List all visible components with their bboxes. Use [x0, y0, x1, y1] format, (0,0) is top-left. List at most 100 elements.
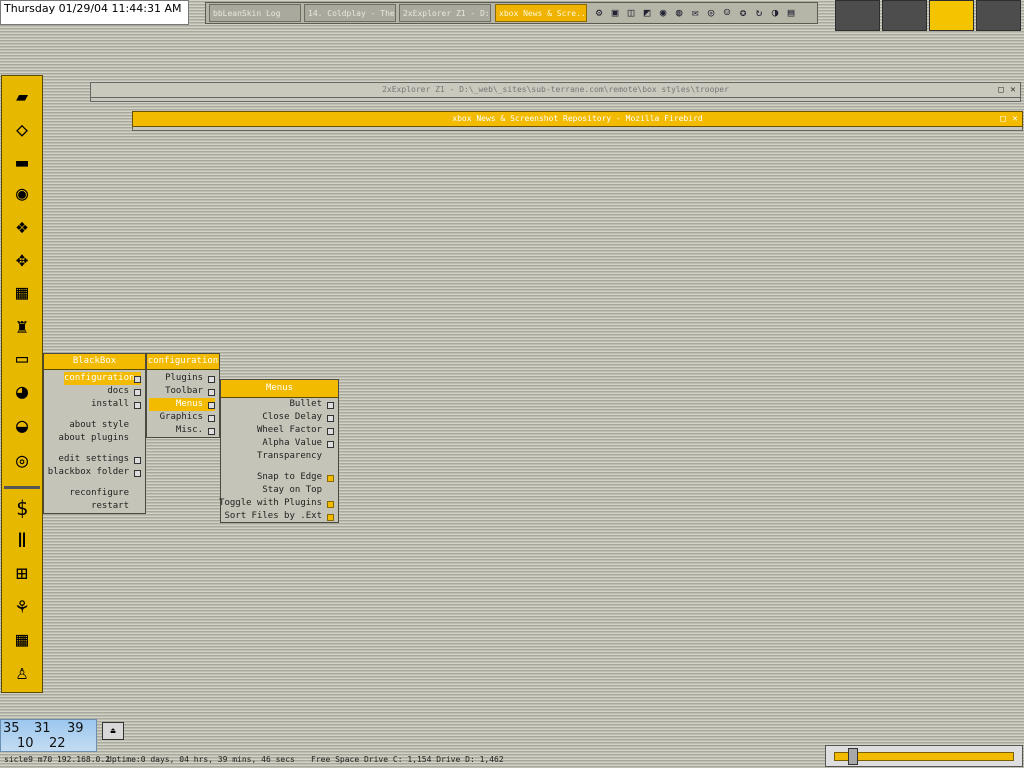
submenu-bullet-icon	[327, 441, 334, 448]
menu-item-restart[interactable]: restart	[91, 500, 141, 513]
close-button[interactable]: ✕	[1010, 113, 1020, 125]
schema-icon[interactable]: ⊞	[8, 559, 36, 587]
menu-item-alpha-value[interactable]: Alpha Value	[262, 437, 334, 450]
eject-icon[interactable]: ⏏	[102, 722, 124, 740]
menu-item-toggle-with-plugins[interactable]: Toggle with Plugins	[219, 497, 334, 510]
menu-item-blackbox-folder[interactable]: blackbox folder	[48, 466, 141, 479]
workspace-pager	[835, 0, 1024, 31]
menu-item-reconfigure[interactable]: reconfigure	[69, 487, 141, 500]
drive-icon[interactable]: ▬	[8, 148, 36, 176]
document-icon[interactable]: ◇	[8, 115, 36, 143]
volume-slider[interactable]	[825, 745, 1023, 767]
submenu-bullet-icon	[134, 376, 141, 383]
browser-icon[interactable]: ◩	[640, 6, 654, 20]
workspace-2[interactable]	[882, 0, 927, 31]
menu-item-label: Graphics	[159, 412, 203, 422]
menu-item-label: Wheel Factor	[256, 425, 322, 435]
submenu-bullet-icon	[208, 415, 215, 422]
menu-item-label: install	[91, 399, 129, 409]
menu-item-misc[interactable]: Misc.	[176, 424, 215, 437]
menu-item-snap-to-edge[interactable]: Snap to Edge	[257, 471, 334, 484]
column-icon[interactable]: Ⅱ	[8, 526, 36, 554]
grid-icon[interactable]: ▦	[8, 278, 36, 306]
smiley-icon[interactable]: ☺	[720, 6, 734, 20]
menu-item-graphics[interactable]: Graphics	[160, 411, 215, 424]
maximize-button[interactable]: □	[998, 113, 1008, 125]
menu-item-label: Transparency	[256, 451, 322, 461]
calculator-icon[interactable]: ▦	[8, 625, 36, 653]
mail-icon[interactable]: ✉	[688, 6, 702, 20]
computer-icon[interactable]: ▤	[784, 6, 798, 20]
cd-burner-icon[interactable]: ◎	[8, 446, 36, 474]
checkbox-checked-icon	[327, 475, 334, 482]
menu-item-stay-on-top[interactable]: Stay on Top	[262, 484, 334, 497]
network-icon[interactable]: ❖	[8, 212, 36, 240]
window-firebird-frame	[132, 127, 1023, 131]
window-2xexplorer-titlebar[interactable]: 2xExplorer Z1 - D:\_web\_sites\sub-terra…	[90, 82, 1021, 98]
acrobat-icon[interactable]: ⚘	[8, 592, 36, 620]
window-title: 2xExplorer Z1 - D:\_web\_sites\sub-terra…	[382, 85, 729, 94]
menu-item-label: Alpha Value	[262, 438, 322, 448]
workspace-1[interactable]	[835, 0, 880, 31]
task-2xexplorer[interactable]: 2xExplorer Z1 - D:...	[399, 4, 491, 22]
network-icon[interactable]: ⚙	[592, 6, 606, 20]
clock-digit: 31	[34, 721, 51, 736]
taskbar: bbLeanSkin Log 14. Coldplay - The... 2xE…	[205, 2, 818, 24]
menu-item-transparency[interactable]: Transparency	[257, 450, 334, 463]
media-icon[interactable]: ✪	[736, 6, 750, 20]
user-icon[interactable]: ♙	[8, 658, 36, 686]
slider-thumb[interactable]	[847, 748, 858, 765]
menu-item-close-delay[interactable]: Close Delay	[262, 411, 334, 424]
menu-item-label: Menus	[175, 399, 203, 409]
close-button[interactable]: ✕	[1008, 84, 1018, 96]
workspace-4[interactable]	[976, 0, 1021, 31]
menu-item-edit-settings[interactable]: edit settings	[59, 453, 141, 466]
menu-item-wheel-factor[interactable]: Wheel Factor	[257, 424, 334, 437]
submenu-bullet-icon	[327, 428, 334, 435]
launcher-separator	[4, 486, 40, 489]
globe-icon[interactable]: ◑	[768, 6, 782, 20]
host-info: sicle9 m70 192.168.0.2	[4, 755, 110, 764]
task-coldplay[interactable]: 14. Coldplay - The...	[304, 4, 396, 22]
menu-item-label: Toggle with Plugins	[219, 498, 322, 508]
menu-item-label: Close Delay	[262, 412, 322, 422]
gauge-icon[interactable]: ◒	[8, 411, 36, 439]
menu-item-label: Plugins	[165, 373, 203, 383]
blackbox-menu: BlackBox configuration docs install abou…	[43, 353, 146, 514]
refresh-icon[interactable]: ↻	[752, 6, 766, 20]
menu-item-toolbar[interactable]: Toolbar	[165, 385, 215, 398]
menu-item-label: edit settings	[58, 454, 129, 464]
recycle-bin-icon[interactable]: ♜	[8, 312, 36, 340]
disk-icon[interactable]: ◎	[704, 6, 718, 20]
menu-item-bullet[interactable]: Bullet	[289, 398, 334, 411]
submenu-bullet-icon	[134, 457, 141, 464]
globe-icon[interactable]: ◉	[8, 179, 36, 207]
menu-item-docs[interactable]: docs	[107, 385, 141, 398]
status-bar: sicle9 m70 192.168.0.2 Uptime:0 days, 04…	[0, 753, 600, 767]
window-firebird-titlebar[interactable]: xbox News & Screenshot Repository - Mozi…	[132, 111, 1023, 127]
workspace-3[interactable]	[929, 0, 974, 31]
finance-icon[interactable]: $	[8, 494, 36, 522]
task-xbox-news[interactable]: xbox News & Scre...	[495, 4, 587, 22]
monitor-icon[interactable]: ▣	[608, 6, 622, 20]
menu-item-menus[interactable]: Menus	[149, 398, 215, 411]
note-icon[interactable]: ▰	[8, 82, 36, 110]
tiles-icon[interactable]: ✥	[8, 245, 36, 273]
menu-item-configuration[interactable]: configuration	[64, 372, 141, 385]
scanner-icon[interactable]: ▭	[8, 344, 36, 372]
maximize-button[interactable]: □	[996, 84, 1006, 96]
slider-track	[834, 752, 1014, 761]
webcam-icon[interactable]: ◕	[8, 377, 36, 405]
menu-item-about-plugins[interactable]: about plugins	[59, 432, 141, 445]
menu-item-sort-files-by-ext[interactable]: Sort Files by .Ext	[224, 510, 334, 523]
menu-item-install[interactable]: install	[91, 398, 141, 411]
camera-icon[interactable]: ◍	[672, 6, 686, 20]
menu-item-plugins[interactable]: Plugins	[165, 372, 215, 385]
task-bbleanskin[interactable]: bbLeanSkin Log	[209, 4, 301, 22]
window-icon[interactable]: ◫	[624, 6, 638, 20]
checkbox-checked-icon	[327, 514, 334, 521]
digital-clock-widget: 35 31 39 10 22	[0, 719, 97, 752]
menu-item-about-style[interactable]: about style	[69, 419, 141, 432]
messenger-icon[interactable]: ◉	[656, 6, 670, 20]
window-2xexplorer-frame	[90, 98, 1021, 102]
